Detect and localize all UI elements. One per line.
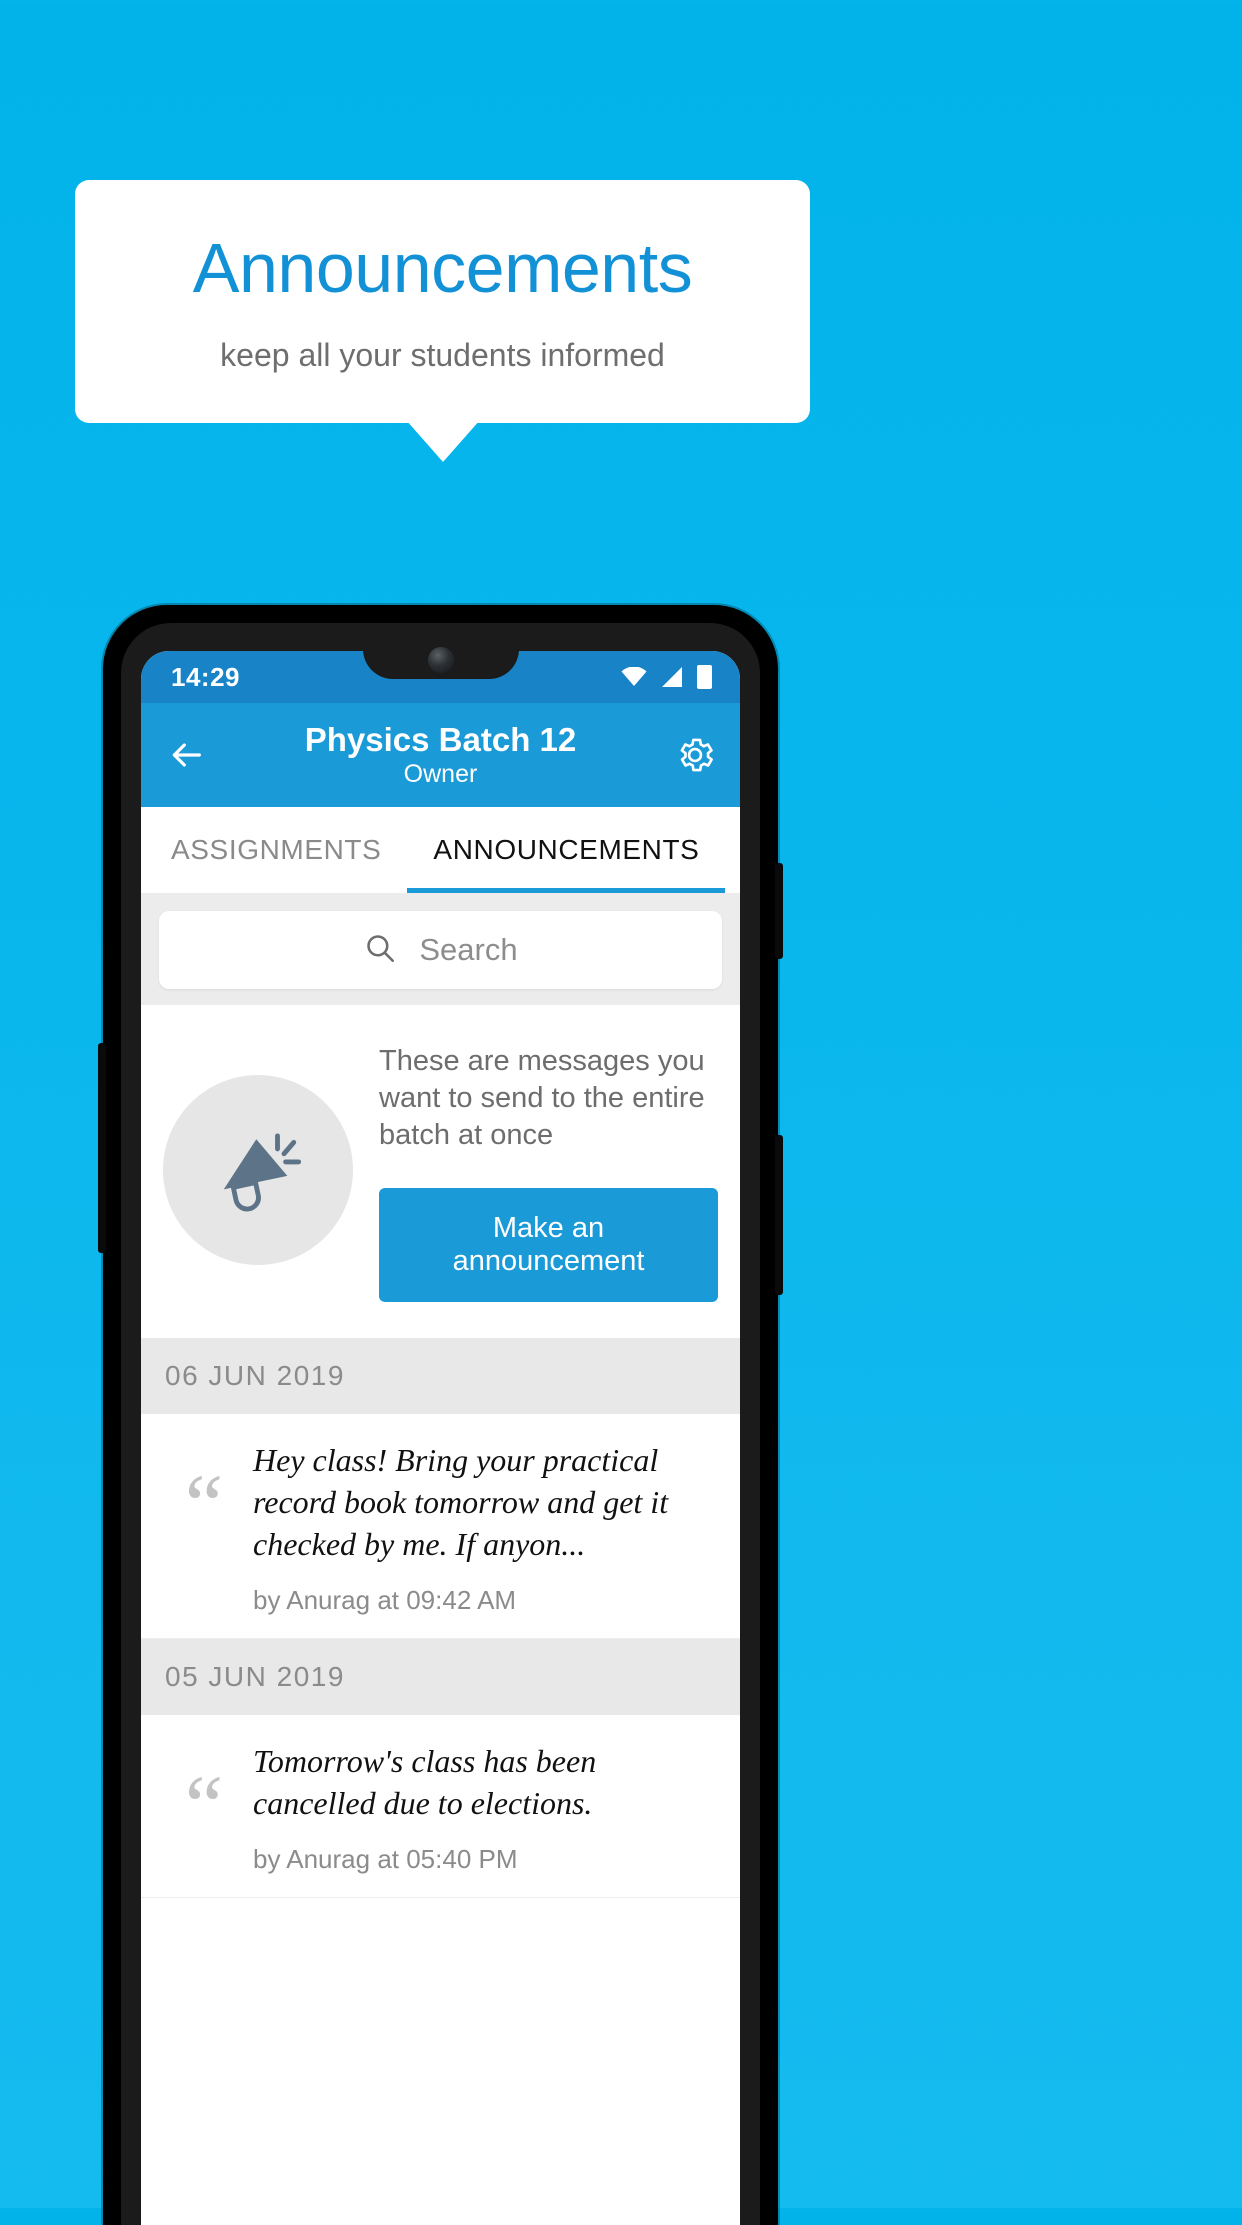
tab-assignments-label: ASSIGNMENTS: [171, 834, 382, 865]
announcement-row[interactable]: “ Hey class! Bring your practical record…: [141, 1414, 740, 1640]
status-time: 14:29: [171, 661, 240, 692]
quote-icon: “: [184, 1757, 224, 1854]
phone-mockup: 14:29 Physics Batch 12 Owner ASSIGNMENTS…: [98, 605, 783, 2225]
phone-screen: 14:29 Physics Batch 12 Owner ASSIGNMENTS…: [141, 651, 740, 2225]
empty-state-text: These are messages you want to send to t…: [379, 1045, 705, 1152]
tab-assignments[interactable]: ASSIGNMENTS: [141, 807, 407, 893]
promo-callout-card: Announcements keep all your students inf…: [75, 180, 810, 423]
tab-bar: ASSIGNMENTS ANNOUNCEMENTS TESTS: [141, 807, 740, 893]
date-header: 05 JUN 2019: [141, 1639, 740, 1716]
phone-side-button[interactable]: [98, 1043, 106, 1253]
quote-icon: “: [184, 1456, 224, 1553]
wifi-icon: [621, 667, 647, 687]
promo-callout-tail: [406, 420, 480, 462]
announcement-meta: by Anurag at 09:42 AM: [253, 1585, 517, 1616]
app-bar-titles: Physics Batch 12 Owner: [305, 721, 576, 790]
promo-title: Announcements: [192, 228, 693, 307]
page-title: Physics Batch 12: [304, 720, 577, 758]
tab-announcements-label: ANNOUNCEMENTS: [433, 834, 700, 865]
phone-volume-button[interactable]: [775, 1135, 783, 1295]
announcement-body: Tomorrow's class has been cancelled due …: [253, 1741, 716, 1875]
announcement-text: Tomorrow's class has been cancelled due …: [253, 1743, 597, 1821]
announcement-meta: by Anurag at 05:40 PM: [253, 1844, 518, 1875]
phone-bezel: 14:29 Physics Batch 12 Owner ASSIGNMENTS…: [121, 623, 760, 2225]
tab-tests[interactable]: TESTS: [725, 807, 740, 893]
search-placeholder: Search: [419, 932, 518, 967]
page-subtitle: Owner: [403, 760, 478, 789]
tab-announcements[interactable]: ANNOUNCEMENTS: [407, 807, 726, 893]
back-arrow-icon[interactable]: [163, 732, 209, 778]
announcement-body: Hey class! Bring your practical record b…: [253, 1440, 716, 1616]
search-input[interactable]: Search: [159, 911, 722, 989]
search-section: Search: [141, 893, 740, 1005]
empty-state-promo: These are messages you want to send to t…: [141, 1005, 740, 1339]
megaphone-icon: [163, 1074, 353, 1265]
make-announcement-button[interactable]: Make an announcement: [379, 1188, 718, 1303]
status-icons: [621, 651, 712, 703]
date-header: 06 JUN 2019: [141, 1338, 740, 1415]
search-icon: [363, 931, 397, 970]
announcement-text: Hey class! Bring your practical record b…: [253, 1442, 669, 1562]
announcement-row[interactable]: “ Tomorrow's class has been cancelled du…: [141, 1715, 740, 1899]
front-camera-icon: [427, 647, 454, 673]
empty-state-content: These are messages you want to send to t…: [379, 1037, 718, 1303]
promo-subtitle: keep all your students informed: [220, 336, 665, 373]
phone-power-button[interactable]: [775, 863, 783, 959]
battery-icon: [697, 665, 712, 689]
app-bar: Physics Batch 12 Owner: [141, 703, 740, 807]
signal-icon: [660, 666, 684, 688]
gear-icon[interactable]: [672, 732, 718, 778]
